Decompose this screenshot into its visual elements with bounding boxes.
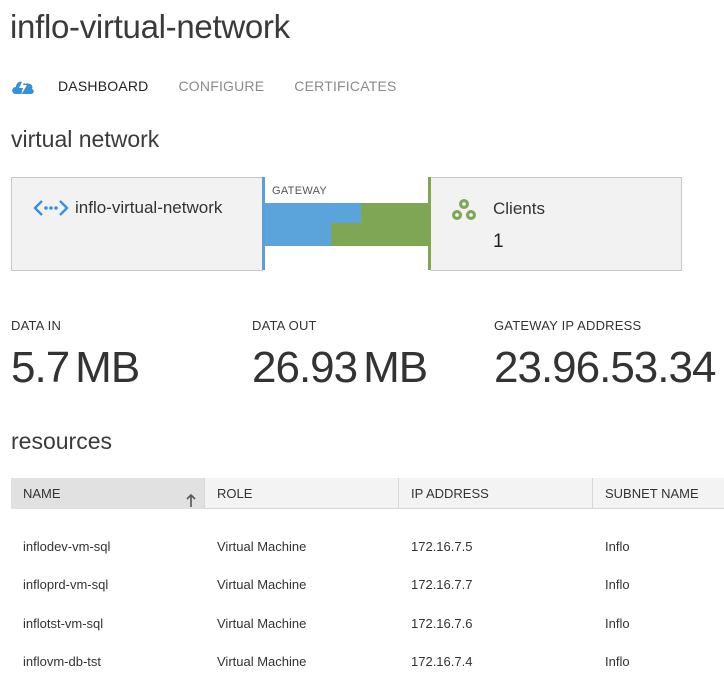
- cell-name: infloprd-vm-sql: [23, 577, 109, 593]
- cell-name: inflodev-vm-sql: [23, 538, 111, 554]
- table-body: inflodev-vm-sql Virtual Machine 172.16.7…: [11, 527, 724, 681]
- tab-bar: DASHBOARD CONFIGURE CERTIFICATES: [10, 74, 427, 98]
- column-header-role[interactable]: ROLE: [205, 478, 399, 509]
- clients-count: 1: [493, 231, 504, 252]
- table-header: NAME ROLE IP ADDRESS SUBNET NAME: [11, 478, 724, 509]
- gateway-label: GATEWAY: [272, 185, 328, 197]
- cell-ip: 172.16.7.6: [411, 615, 473, 631]
- data-in-unit: MB: [75, 343, 140, 392]
- clients-box[interactable]: Clients 1: [431, 177, 682, 271]
- table-row[interactable]: inflodev-vm-sql Virtual Machine 172.16.7…: [11, 527, 724, 566]
- virtual-network-heading: virtual network: [11, 126, 160, 152]
- resources-heading: resources: [11, 428, 112, 454]
- tab-certificates[interactable]: CERTIFICATES: [294, 78, 396, 94]
- cell-role: Virtual Machine: [217, 538, 307, 554]
- quickstart-cloud-icon[interactable]: [10, 75, 38, 97]
- gateway-ip-label: GATEWAY IP ADDRESS: [494, 318, 642, 333]
- table-row[interactable]: infloprd-vm-sql Virtual Machine 172.16.7…: [11, 566, 724, 605]
- table-row[interactable]: inflotst-vm-sql Virtual Machine 172.16.7…: [11, 604, 724, 643]
- cell-subnet: Inflo: [605, 615, 630, 631]
- data-out-value: 26.93: [252, 343, 358, 392]
- data-in-value: 5.7: [11, 343, 70, 392]
- tab-configure[interactable]: CONFIGURE: [178, 78, 264, 94]
- column-header-subnet-name[interactable]: SUBNET NAME: [593, 478, 724, 509]
- cell-role: Virtual Machine: [217, 615, 307, 631]
- cell-ip: 172.16.7.4: [411, 654, 473, 670]
- sort-ascending-icon[interactable]: [186, 487, 196, 507]
- data-out-unit: MB: [363, 343, 428, 392]
- column-header-label: NAME: [23, 486, 61, 501]
- clients-label: Clients: [493, 199, 545, 218]
- cell-name: inflovm-db-tst: [23, 654, 102, 670]
- cell-role: Virtual Machine: [217, 654, 307, 670]
- gateway-ip-value: 23.96.53.34: [494, 343, 716, 392]
- table-row[interactable]: inflovm-db-tst Virtual Machine 172.16.7.…: [11, 643, 724, 682]
- column-header-name[interactable]: NAME: [11, 478, 205, 509]
- cell-role: Virtual Machine: [217, 577, 307, 593]
- virtual-network-name: inflo-virtual-network: [75, 198, 223, 217]
- gateway-traffic-graphic: [265, 203, 428, 246]
- virtual-network-box[interactable]: inflo-virtual-network: [11, 177, 263, 271]
- data-in-value-row: 5.7 MB: [11, 343, 140, 393]
- cell-subnet: Inflo: [605, 577, 630, 593]
- cell-subnet: Inflo: [605, 538, 630, 554]
- data-out-label: DATA OUT: [252, 318, 317, 333]
- gateway-ip-stat: GATEWAY IP ADDRESS 23.96.53.34: [494, 318, 716, 393]
- data-in-label: DATA IN: [11, 318, 62, 333]
- data-out-value-row: 26.93 MB: [252, 343, 428, 393]
- data-out-stat: DATA OUT 26.93 MB: [252, 318, 428, 393]
- resources-table: NAME ROLE IP ADDRESS SUBNET NAME inflode…: [11, 478, 724, 681]
- column-header-ip-address[interactable]: IP ADDRESS: [399, 478, 593, 509]
- data-in-stat: DATA IN 5.7 MB: [11, 318, 140, 393]
- cell-subnet: Inflo: [605, 654, 630, 670]
- cell-ip: 172.16.7.5: [411, 538, 473, 554]
- virtual-network-icon: [33, 198, 69, 218]
- clients-icon: [449, 197, 479, 223]
- cell-name: inflotst-vm-sql: [23, 615, 104, 631]
- tab-dashboard[interactable]: DASHBOARD: [58, 78, 148, 94]
- page-title: inflo-virtual-network: [10, 8, 290, 45]
- cell-ip: 172.16.7.7: [411, 577, 473, 593]
